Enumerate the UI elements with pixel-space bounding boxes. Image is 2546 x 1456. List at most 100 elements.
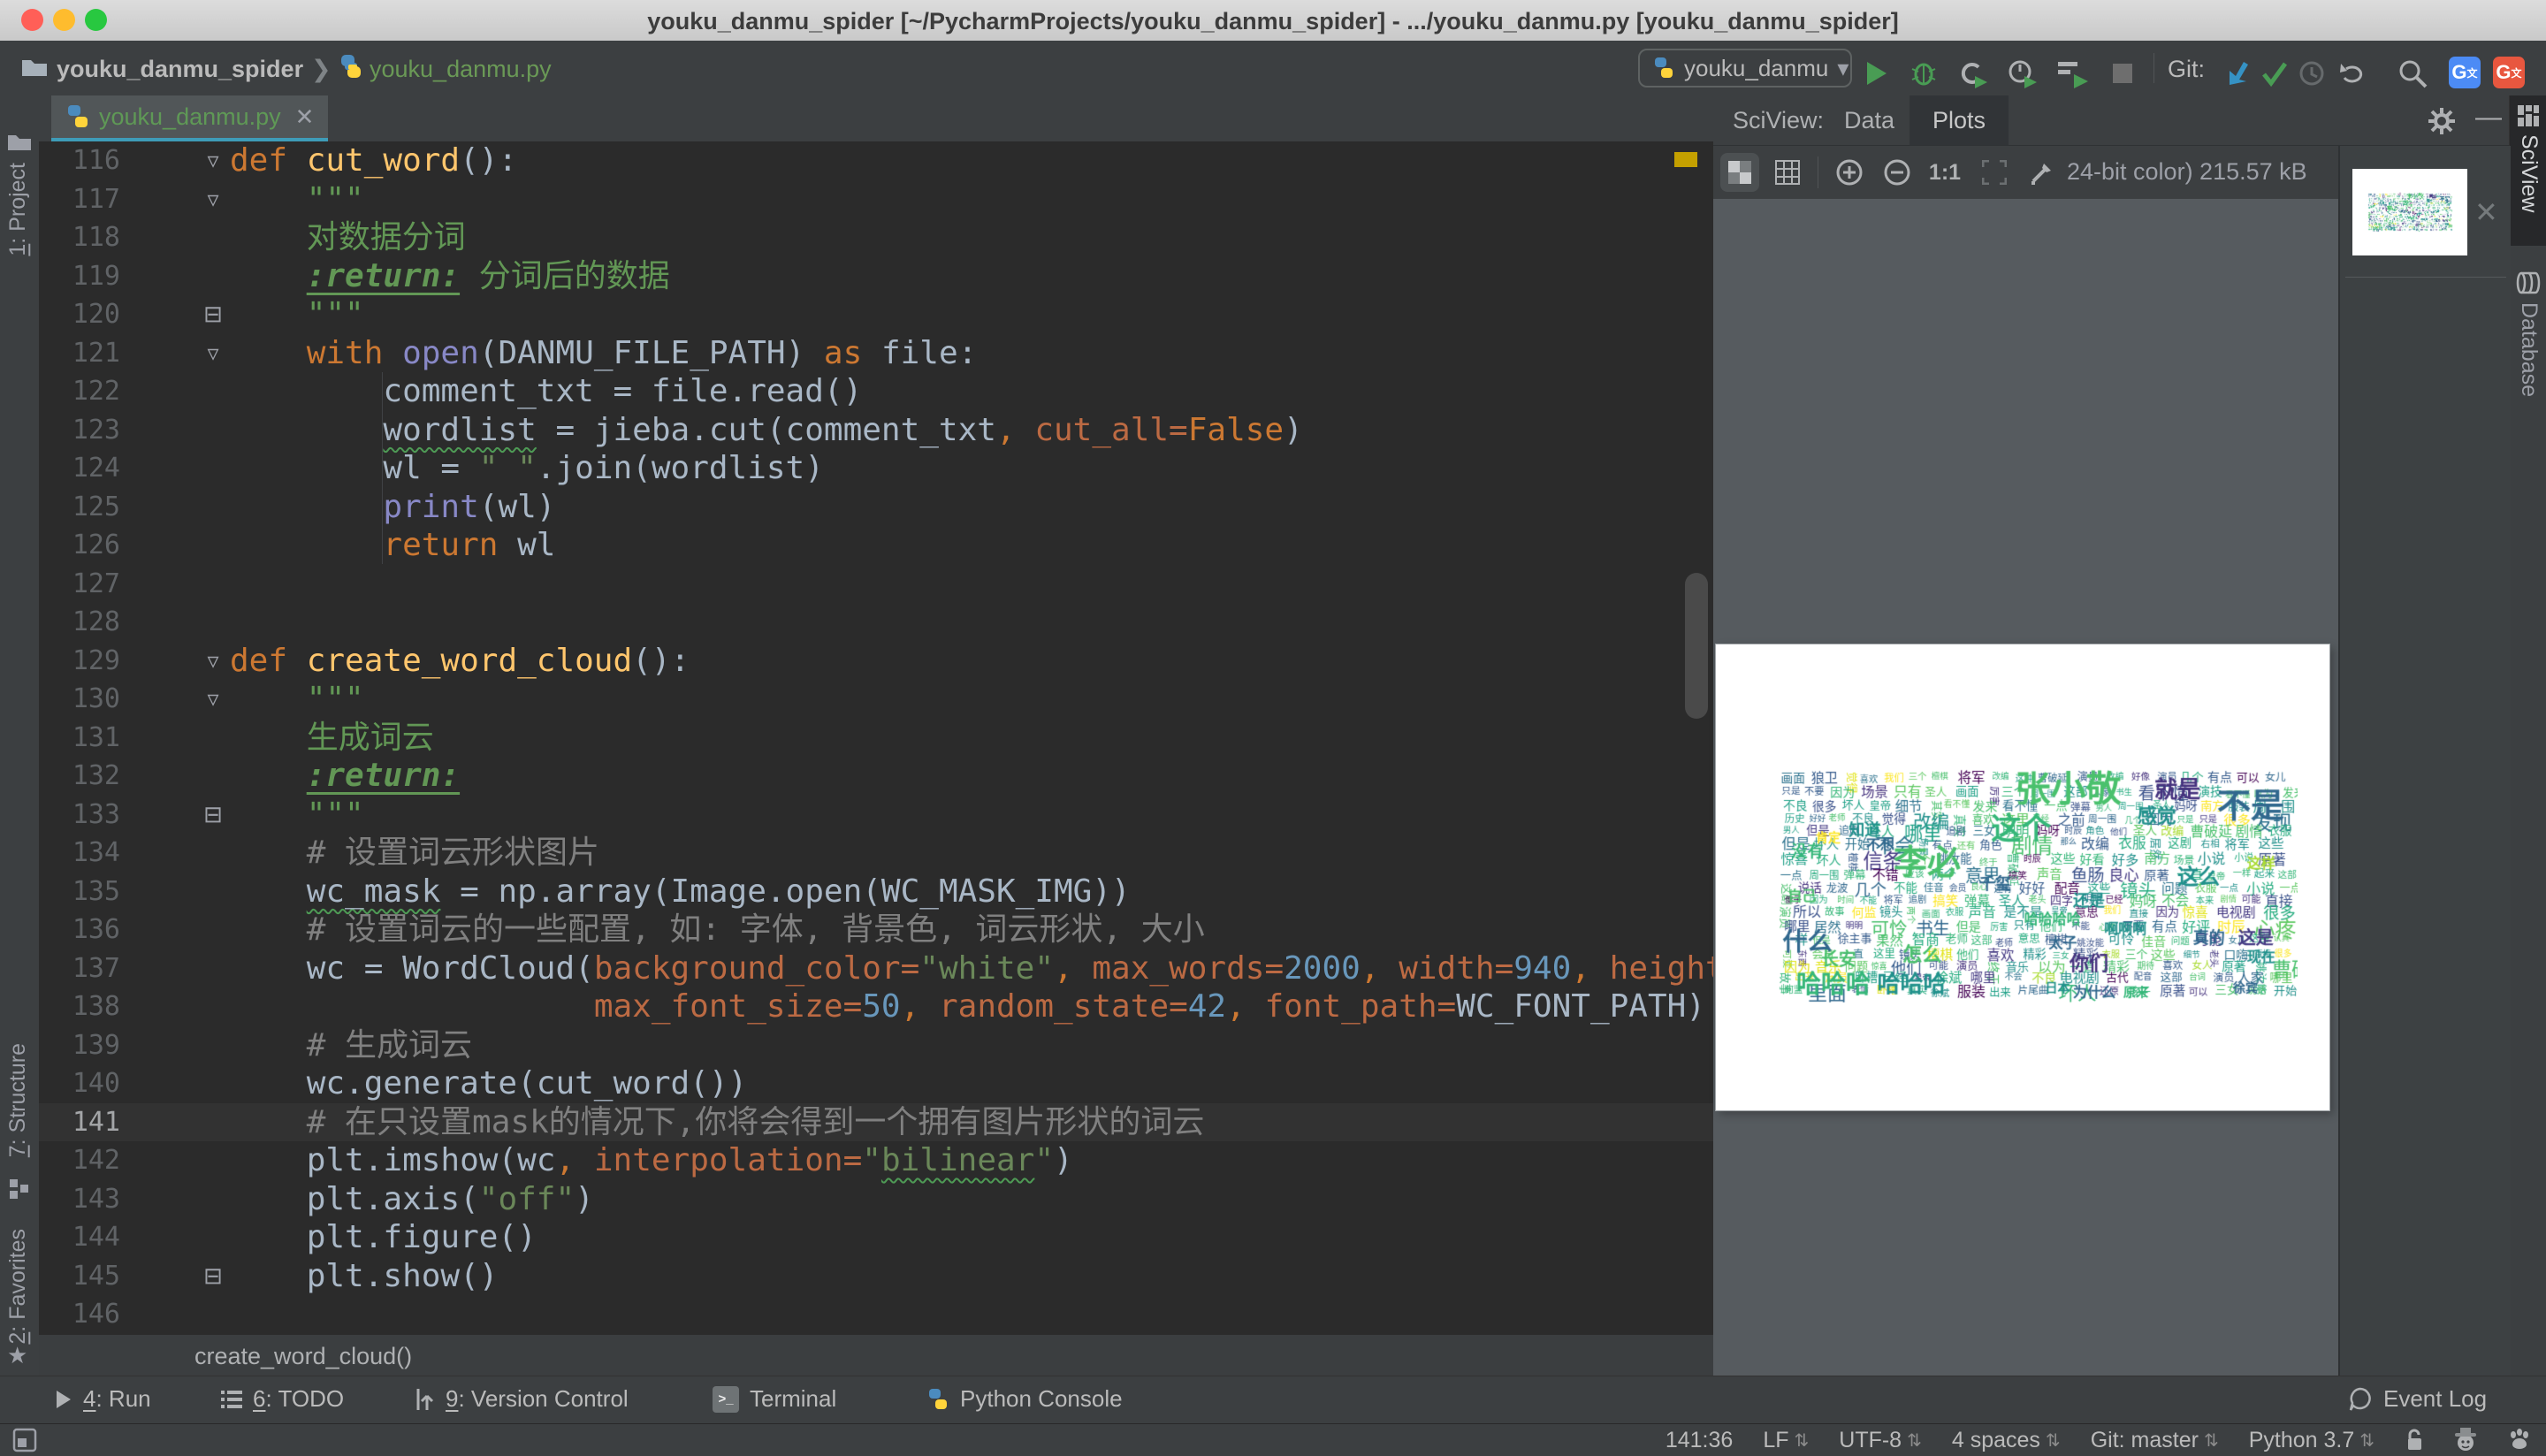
fold-marker-icon[interactable]: ▿ bbox=[198, 642, 228, 681]
code-line[interactable]: 122 comment_txt = file.read() bbox=[39, 372, 1713, 411]
breadcrumb-file[interactable]: youku_danmu.py bbox=[370, 56, 552, 83]
code-line[interactable]: 121 ▿ with open(DANMU_FILE_PATH) as file: bbox=[39, 334, 1713, 373]
inspection-warning-indicator[interactable] bbox=[1674, 152, 1697, 167]
code-line[interactable]: 132 :return: bbox=[39, 757, 1713, 796]
fold-marker-icon[interactable]: ⊟ bbox=[198, 796, 228, 835]
toolwindow-todo[interactable]: 6: TODO bbox=[221, 1385, 344, 1413]
code-line[interactable]: 125 print(wl) bbox=[39, 488, 1713, 527]
fold-marker-icon[interactable]: ▿ bbox=[198, 680, 228, 719]
grid-toggle-icon[interactable] bbox=[1768, 153, 1807, 192]
sidebar-item-sciview[interactable]: SciView bbox=[2510, 95, 2546, 246]
code-line[interactable]: 124 wl = " ".join(wordlist) bbox=[39, 449, 1713, 488]
caret-position[interactable]: 141:36 bbox=[1666, 1428, 1733, 1453]
fold-marker-icon[interactable]: ▿ bbox=[198, 180, 228, 219]
code-line[interactable]: 123 wordlist = jieba.cut(comment_txt, cu… bbox=[39, 411, 1713, 450]
git-label: Git: bbox=[2168, 56, 2206, 82]
run-configuration-select[interactable]: youku_danmu ▾ bbox=[1638, 49, 1852, 88]
code-line[interactable]: 117 ▿ """ bbox=[39, 180, 1713, 219]
profiler-button[interactable] bbox=[2007, 58, 2037, 88]
tab-data[interactable]: Data bbox=[1844, 107, 1894, 134]
chevron-down-icon: ▾ bbox=[1837, 54, 1849, 81]
code-line[interactable]: 139 # 生成词云 bbox=[39, 1026, 1713, 1065]
code-line[interactable]: 127 bbox=[39, 565, 1713, 604]
eyedropper-icon[interactable] bbox=[2023, 153, 2062, 192]
fold-marker-icon[interactable]: ⊟ bbox=[198, 295, 228, 334]
code-line[interactable]: 138 max_font_size=50, random_state=42, f… bbox=[39, 987, 1713, 1026]
toolwindow-switcher-icon[interactable] bbox=[12, 1428, 37, 1452]
line-separator-select[interactable]: LF ⇅ bbox=[1763, 1428, 1809, 1453]
fold-marker-icon[interactable]: ▿ bbox=[198, 141, 228, 180]
matplotlib-figure[interactable] bbox=[1716, 644, 2329, 1110]
toolwindow-run[interactable]: 4: Run bbox=[55, 1385, 151, 1413]
sidebar-item-project[interactable]: 1: Project bbox=[5, 163, 31, 256]
code-line[interactable]: 134 # 设置词云形状图片 bbox=[39, 834, 1713, 873]
translate-plugin-red-icon[interactable]: G文 bbox=[2493, 57, 2525, 88]
hide-panel-icon[interactable]: — bbox=[2475, 103, 2502, 133]
git-update-icon[interactable] bbox=[2224, 60, 2251, 87]
event-log-label: Event Log bbox=[2383, 1385, 2488, 1412]
code-line[interactable]: 129 ▿ def create_word_cloud(): bbox=[39, 642, 1713, 681]
git-branch-select[interactable]: Git: master ⇅ bbox=[2091, 1428, 2219, 1453]
code-line[interactable]: 143 plt.axis("off") bbox=[39, 1180, 1713, 1219]
stop-button[interactable] bbox=[2113, 64, 2132, 83]
tab-plots[interactable]: Plots bbox=[1910, 95, 2009, 145]
translate-plugin-blue-icon[interactable]: G文 bbox=[2449, 57, 2481, 88]
paw-plugin-icon[interactable] bbox=[2507, 1428, 2532, 1452]
code-text: wl = " ".join(wordlist) bbox=[230, 450, 824, 486]
encoding-select[interactable]: UTF-8 ⇅ bbox=[1839, 1428, 1922, 1453]
code-line[interactable]: 116 ▿ def cut_word(): bbox=[39, 141, 1713, 180]
code-line[interactable]: 135 wc_mask = np.array(Image.open(WC_MAS… bbox=[39, 873, 1713, 911]
code-line[interactable]: 119 :return: 分词后的数据 bbox=[39, 257, 1713, 296]
inspection-hector-icon[interactable] bbox=[2454, 1428, 2477, 1452]
git-branch-label: Git: master bbox=[2090, 1427, 2199, 1452]
sidebar-item-favorites[interactable]: 2: Favorites bbox=[5, 1229, 31, 1345]
code-line[interactable]: 146 bbox=[39, 1295, 1713, 1334]
debug-button[interactable] bbox=[1910, 58, 1938, 87]
run-button[interactable] bbox=[1864, 60, 1890, 87]
code-line[interactable]: 136 # 设置词云的一些配置, 如: 字体, 背景色, 词云形状, 大小 bbox=[39, 911, 1713, 949]
toolwindow-todo-label: 6: TODO bbox=[253, 1385, 345, 1412]
breadcrumb-function[interactable]: create_word_cloud() bbox=[194, 1343, 412, 1370]
fold-marker-icon[interactable]: ▿ bbox=[198, 334, 228, 373]
zoom-in-icon[interactable] bbox=[1830, 153, 1869, 192]
close-icon[interactable]: ✕ bbox=[295, 103, 315, 131]
breadcrumb-project[interactable]: youku_danmu_spider bbox=[57, 56, 303, 83]
run-with-coverage-button[interactable] bbox=[1957, 58, 1987, 88]
toolwindow-vcs[interactable]: 9: Version Control bbox=[415, 1385, 629, 1413]
unlock-icon[interactable] bbox=[2405, 1428, 2424, 1452]
code-line[interactable]: 140 wc.generate(cut_word()) bbox=[39, 1064, 1713, 1103]
code-line[interactable]: 130 ▿ """ bbox=[39, 680, 1713, 719]
code-line[interactable]: 128 bbox=[39, 603, 1713, 642]
code-editor[interactable]: 116 ▿ def cut_word(): 117 ▿ """ 118 对数据分词 119 … bbox=[39, 141, 1713, 1334]
transparency-checkerboard-icon[interactable] bbox=[1720, 153, 1759, 192]
code-line[interactable]: 142 plt.imshow(wc, interpolation="biline… bbox=[39, 1141, 1713, 1180]
gear-icon[interactable] bbox=[2428, 107, 2456, 135]
code-line[interactable]: 131 生成词云 bbox=[39, 719, 1713, 758]
code-line[interactable]: 133 ⊟ """ bbox=[39, 796, 1713, 835]
sidebar-item-database[interactable]: Database bbox=[2510, 269, 2546, 437]
toolwindow-python-console[interactable]: Python Console bbox=[926, 1385, 1123, 1413]
plot-thumbnail[interactable] bbox=[2352, 169, 2467, 255]
code-line[interactable]: 144 plt.figure() bbox=[39, 1218, 1713, 1257]
code-line[interactable]: 120 ⊟ """ bbox=[39, 295, 1713, 334]
editor-scrollbar[interactable] bbox=[1685, 573, 1708, 719]
interpreter-select[interactable]: Python 3.7 ⇅ bbox=[2249, 1428, 2374, 1453]
code-line[interactable]: 137 wc = WordCloud(background_color="whi… bbox=[39, 949, 1713, 988]
zoom-actual-size-button[interactable]: 1:1 bbox=[1925, 153, 1964, 192]
code-line[interactable]: 145 ⊟ plt.show() bbox=[39, 1257, 1713, 1296]
code-line[interactable]: 126 return wl bbox=[39, 526, 1713, 565]
toolwindow-terminal[interactable]: >_ Terminal bbox=[713, 1385, 836, 1413]
zoom-out-icon[interactable] bbox=[1878, 153, 1917, 192]
close-icon[interactable]: ✕ bbox=[2474, 195, 2498, 229]
concurrency-diagram-button[interactable] bbox=[2056, 58, 2088, 88]
event-log-button[interactable]: Event Log bbox=[2348, 1385, 2487, 1413]
editor-tab[interactable]: youku_danmu.py ✕ bbox=[51, 95, 329, 141]
search-everywhere-icon[interactable] bbox=[2397, 58, 2428, 88]
git-commit-icon[interactable] bbox=[2261, 60, 2288, 87]
sidebar-item-structure[interactable]: 7: Structure bbox=[5, 1043, 31, 1157]
fold-marker-icon[interactable]: ⊟ bbox=[198, 1257, 228, 1296]
code-line[interactable]: 118 对数据分词 bbox=[39, 218, 1713, 257]
indent-select[interactable]: 4 spaces ⇅ bbox=[1952, 1428, 2061, 1453]
code-line[interactable]: 141 # 在只设置mask的情况下,你将会得到一个拥有图片形状的词云 bbox=[39, 1102, 1713, 1141]
rollback-icon[interactable] bbox=[2339, 60, 2367, 87]
